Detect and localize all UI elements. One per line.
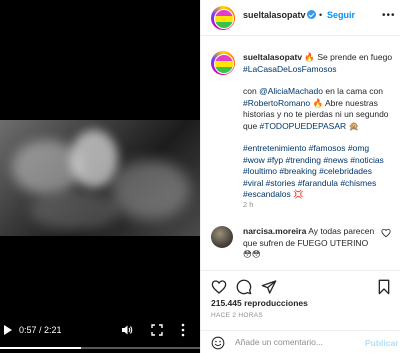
more-options-icon[interactable] bbox=[180, 323, 186, 337]
caption-time-ago: 2 h bbox=[243, 200, 254, 209]
caption-text-part: 💢 bbox=[290, 189, 304, 199]
post-panel: sueltalasopatv • Seguir ••• sueltalasopa… bbox=[200, 0, 400, 353]
post-actions: 215.445 reproducciones HACE 2 HORAS bbox=[201, 270, 400, 322]
caption-text: sueltalasopatv 🔥 Se prende en fuego #LaC… bbox=[243, 52, 393, 212]
caption-text-part: con bbox=[243, 86, 260, 96]
header-username[interactable]: sueltalasopatv bbox=[243, 10, 306, 20]
comment-input[interactable] bbox=[235, 335, 355, 349]
bookmark-icon[interactable] bbox=[376, 279, 392, 295]
hashtag-link[interactable]: #RobertoRomano bbox=[243, 98, 310, 108]
video-player[interactable]: 0:57 / 2:21 bbox=[0, 0, 200, 353]
publish-button[interactable]: Publicar bbox=[365, 338, 399, 348]
view-count[interactable]: 215.445 reproducciones bbox=[211, 298, 308, 308]
caption-text-part: en la cama con bbox=[323, 86, 384, 96]
volume-icon[interactable] bbox=[121, 324, 133, 336]
comment-username[interactable]: narcisa.moreira bbox=[243, 226, 306, 236]
more-options-icon[interactable]: ••• bbox=[382, 10, 396, 21]
video-time: 0:57 / 2:21 bbox=[19, 325, 62, 335]
separator-dot: • bbox=[319, 10, 323, 20]
video-controls: 0:57 / 2:21 bbox=[0, 320, 200, 342]
hashtag-link[interactable]: #LaCasaDeLosFamosos bbox=[243, 64, 337, 74]
follow-button[interactable]: Seguir bbox=[327, 10, 355, 20]
caption: sueltalasopatv 🔥 Se prende en fuego #LaC… bbox=[201, 37, 400, 212]
mention-link[interactable]: @AliciaMachado bbox=[259, 86, 323, 96]
video-frame[interactable] bbox=[0, 120, 200, 236]
video-progress-bar[interactable] bbox=[0, 347, 200, 349]
emoji-icon[interactable] bbox=[211, 336, 225, 350]
avatar[interactable] bbox=[211, 6, 235, 30]
post-time-ago: HACE 2 HORAS bbox=[211, 312, 264, 319]
comment-emoji: 😳😳 bbox=[243, 249, 261, 259]
play-icon[interactable] bbox=[4, 325, 12, 335]
comment-avatar[interactable] bbox=[211, 226, 233, 248]
comment-item: narcisa.moreira Ay todas parecen que suf… bbox=[201, 222, 400, 262]
add-comment-bar: Publicar bbox=[201, 330, 400, 353]
fullscreen-icon[interactable] bbox=[151, 324, 163, 336]
caption-avatar[interactable] bbox=[211, 51, 235, 75]
caption-text-part: 🙊 bbox=[346, 120, 360, 131]
hashtag-list[interactable]: #entretenimiento #famosos #omg #wow #fyp… bbox=[243, 143, 384, 199]
caption-username[interactable]: sueltalasopatv bbox=[243, 52, 302, 62]
comment-icon[interactable] bbox=[236, 279, 252, 295]
verified-badge-icon bbox=[307, 10, 316, 19]
heart-icon[interactable] bbox=[211, 279, 227, 295]
caption-line1: 🔥 Se prende en fuego bbox=[302, 52, 393, 62]
video-progress-fill bbox=[0, 347, 81, 349]
share-icon[interactable] bbox=[261, 279, 277, 295]
comment-like-icon[interactable] bbox=[381, 228, 391, 238]
hashtag-link[interactable]: #TODOPUEDEPASAR bbox=[260, 121, 347, 131]
comment-text: narcisa.moreira Ay todas parecen que suf… bbox=[243, 226, 377, 261]
post-header: sueltalasopatv • Seguir ••• bbox=[201, 0, 400, 36]
